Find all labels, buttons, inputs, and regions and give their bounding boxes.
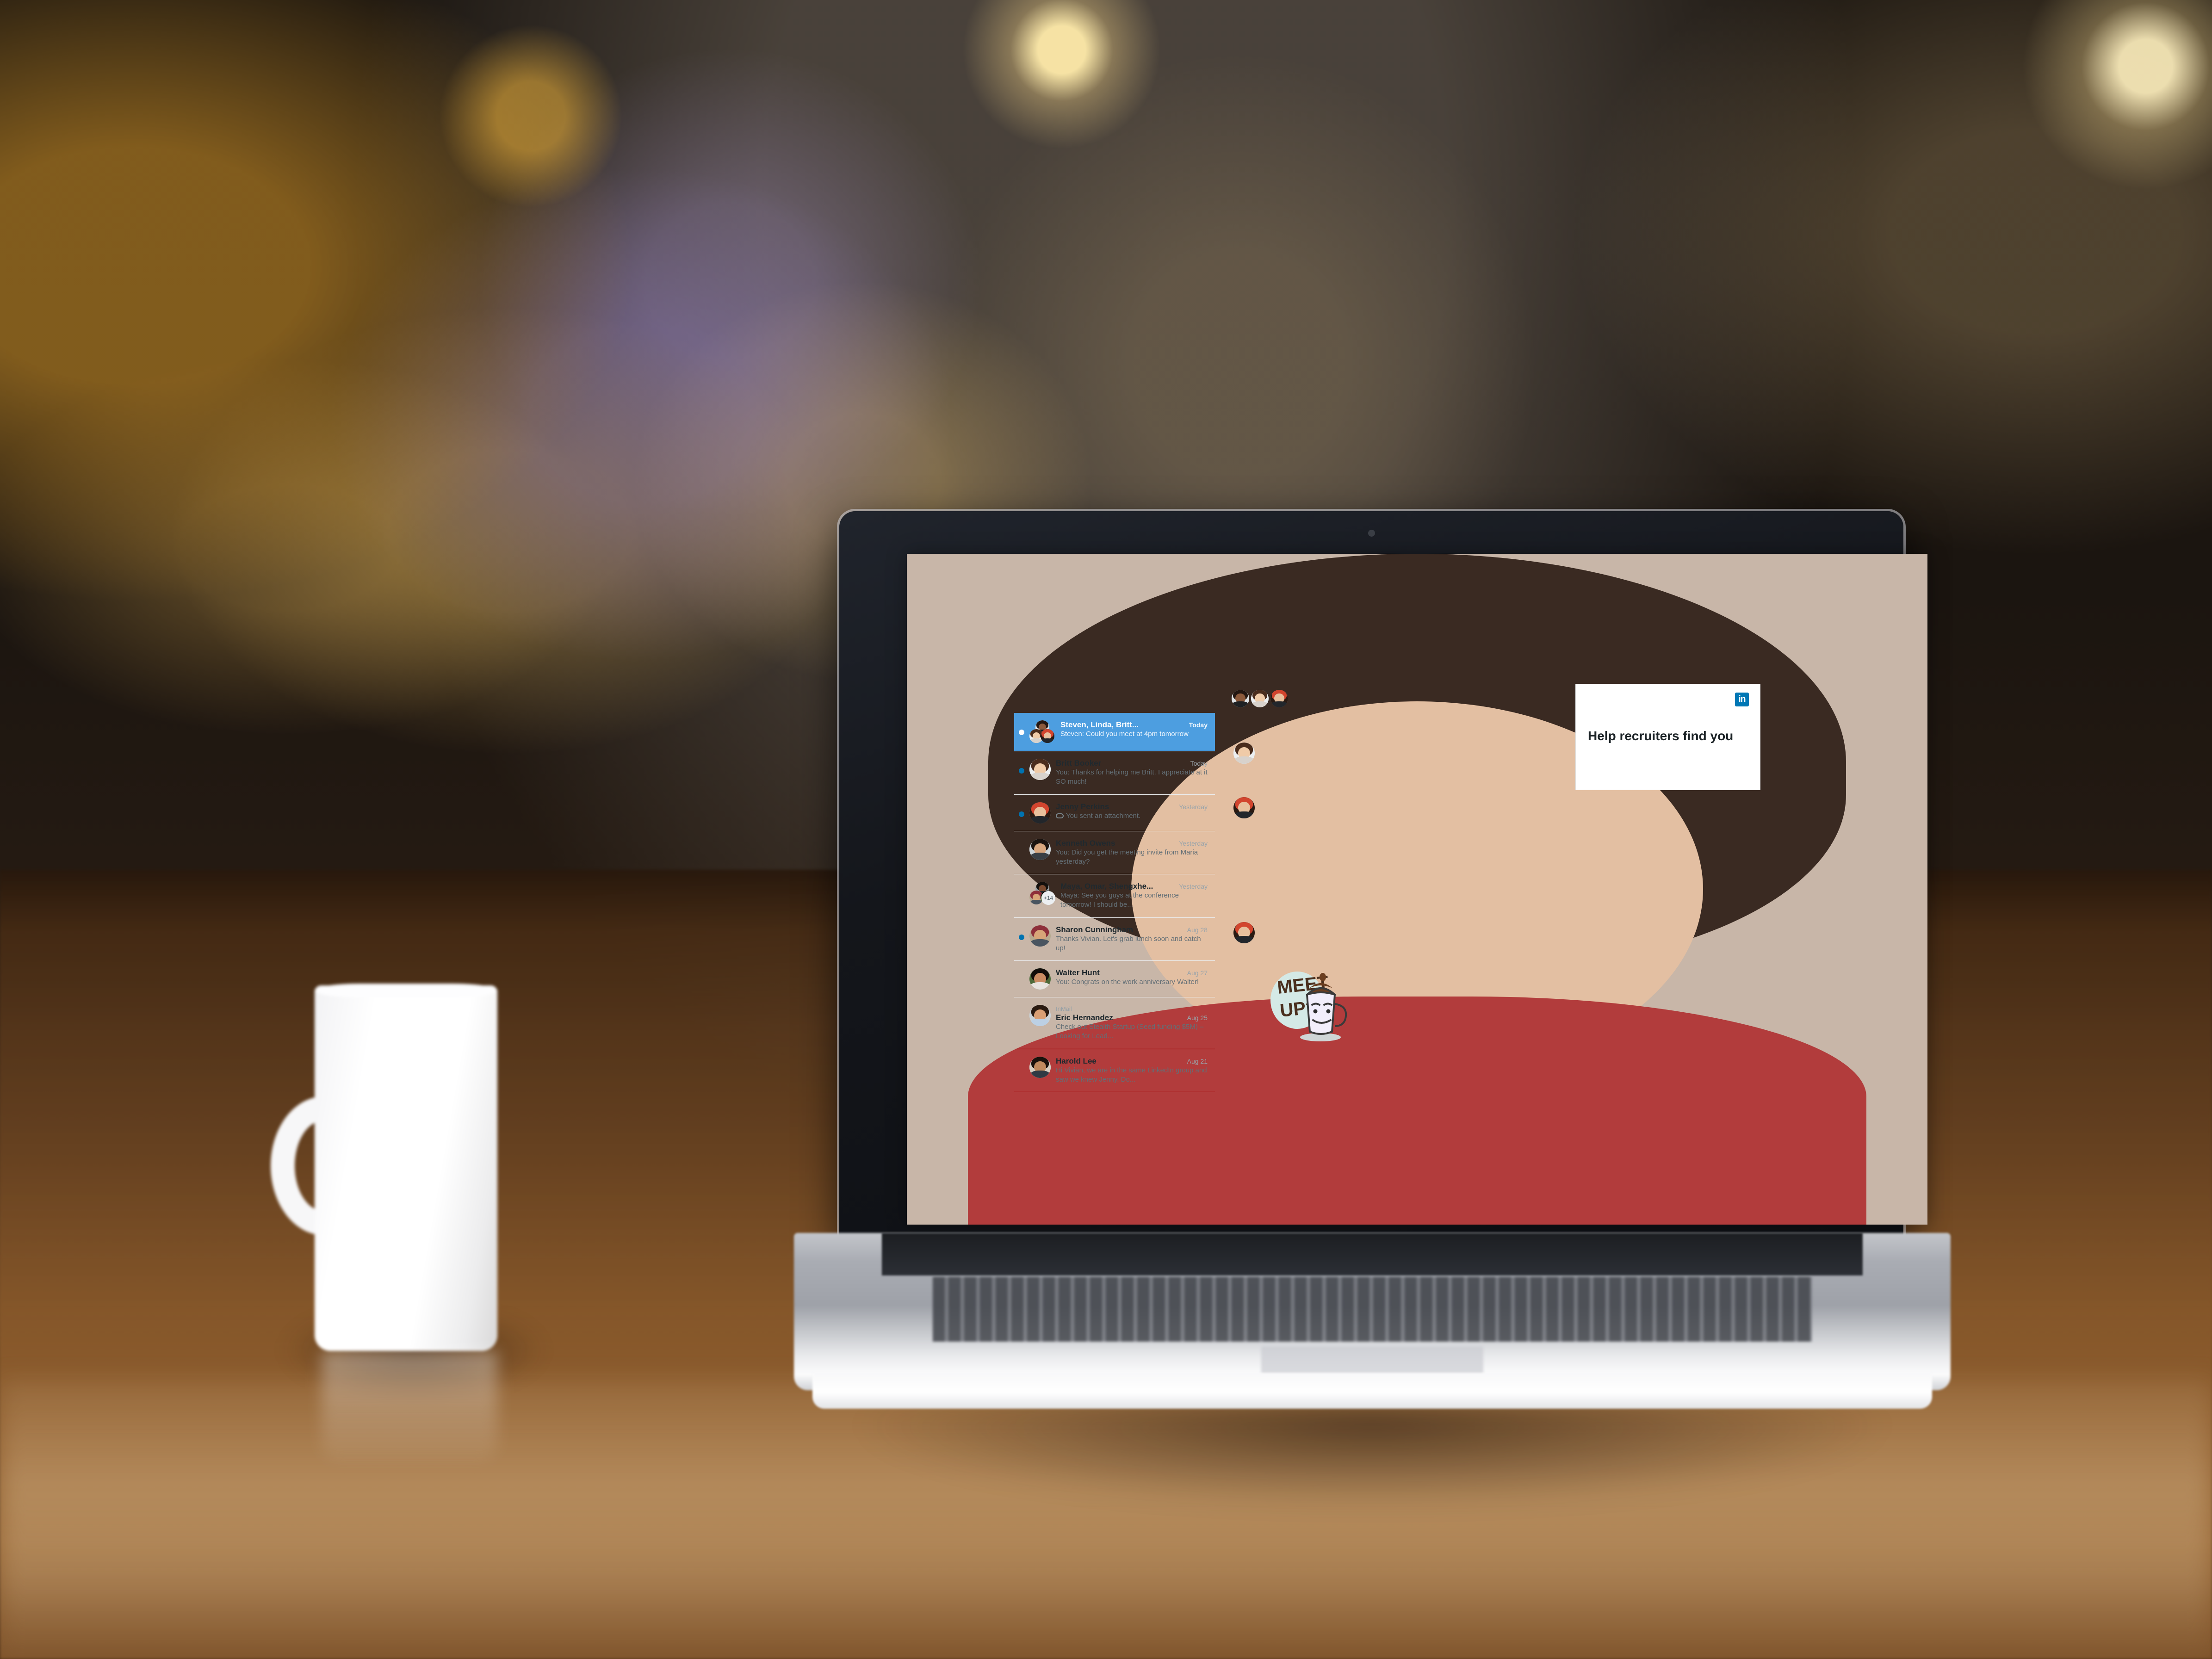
promo-card-title: Help recruiters find you [1588,729,1734,743]
conversation-name: Sharon Cunningham [1056,925,1134,934]
conversation-name: Kenneth Owens [1056,838,1115,848]
avatar[interactable] [1029,759,1051,780]
conversation-name: Walter Hunt [1056,968,1100,977]
avatar[interactable] [1029,925,1051,947]
conversation-snippet: You: Did you get the meeting invite from… [1056,848,1198,866]
browser-window: inWelcome! | LinkedIn×TCDisrupt SF 2015 … [907,554,1927,1225]
avatar[interactable] [1029,1056,1051,1078]
conversation-date: Today [1189,721,1208,729]
mug-body [315,985,497,1351]
laptop-shadow [849,1404,1895,1510]
conversation-list-item[interactable]: Kenneth Owens Yesterday You: Did you get t… [1014,831,1215,874]
webcam-icon [1368,530,1375,537]
avatar[interactable] [1233,922,1255,943]
unread-indicator [1019,811,1024,817]
conversation-name: Eric Hernandez [1056,1013,1113,1022]
conversation-name: Harold Lee [1056,1056,1097,1065]
avatar[interactable] [1029,968,1051,990]
laptop-hinge [882,1233,1863,1275]
conversation-snippet: You sent an attachment. [1056,812,1140,820]
conversation-list-item[interactable]: Britt Booker Today You: Thanks for helping… [1014,751,1215,795]
conversation-snippet: Check out Stealth Startup (Seed funding … [1056,1023,1204,1040]
avatar[interactable] [1251,689,1269,707]
conversation-date: Aug 21 [1187,1057,1208,1065]
conversation-snippet: Maya: See you guys at the conference tom… [1060,891,1179,909]
conversation-list-item[interactable]: InMail Eric Hernandez Aug 25 Check out Stea… [1014,997,1215,1049]
conversation-name: Steven, Linda, Britt... [1060,720,1139,729]
mug-rim [315,984,497,997]
avatar[interactable] [1270,689,1288,707]
group-avatar[interactable] [1029,720,1055,743]
coffee-mug [271,984,544,1462]
avatar[interactable] [1232,689,1249,707]
conversation-snippet: Steven: Could you meet at 4pm tomorrow [1060,730,1189,738]
avatar[interactable] [1233,743,1255,764]
conversation-date: Aug 27 [1187,969,1208,977]
conversation-date: Yesterday [1179,839,1208,847]
conversation-date: Today [1190,760,1208,767]
conversation-snippet: Hi Vivian, we are in the same LinkedIn g… [1056,1066,1207,1083]
group-avatar[interactable]: +14 [1029,882,1055,905]
avatar[interactable] [1029,802,1051,823]
avatar[interactable] [1029,838,1051,860]
linkedin-global-header: in ® ▾ Search for people, jobs, companie… [907,554,1927,1225]
conversation-snippet: You: Thanks for helping me Britt. I appr… [1056,768,1208,786]
conversation-list-item[interactable]: Harold Lee Aug 21 Hi Vivian, we are in the… [1014,1049,1215,1092]
linkedin-logo-text: in [1738,694,1746,704]
unread-indicator [1019,768,1024,774]
laptop-front-edge [812,1373,1932,1409]
avatar[interactable] [1233,797,1255,819]
conversation-name: Britt Booker [1056,759,1102,768]
unread-indicator [1019,934,1024,940]
conversation-list-item[interactable]: Steven, Linda, Britt... Today Steven: Coul… [1014,713,1215,751]
unread-indicator [1019,730,1024,735]
conversation-list-item[interactable]: +14 Maya, Omar, Shengxhe... Yesterday Maya:… [1014,874,1215,918]
attachment-icon [1056,813,1064,818]
header-icons: 2 [907,554,1927,1225]
conversation-name: Maya, Omar, Shengxhe... [1060,882,1153,891]
meetup-sticker: MEET UP? [1261,959,1361,1045]
macbook-pro: inWelcome! | LinkedIn×TCDisrupt SF 2015 … [794,511,1951,1510]
conversation-date: Aug 28 [1187,926,1208,934]
conversation-snippet: You: Congrats on the work anniversary Wa… [1056,978,1199,986]
linkedin-logo: in [1735,693,1749,706]
keyboard[interactable] [933,1277,1812,1342]
conversation-list-item[interactable]: Jenny Perkins Yesterday You sent an attach… [1014,795,1215,831]
conversation-list-item[interactable]: Walter Hunt Aug 27 You: Congrats on the wo… [1014,961,1215,997]
laptop-lid: inWelcome! | LinkedIn×TCDisrupt SF 2015 … [839,511,1927,1238]
conversation-name: Jenny Perkins [1056,802,1109,811]
group-extra-count: +14 [1041,891,1055,905]
linkedin-page: in ® ▾ Search for people, jobs, companie… [907,554,1927,1225]
mug-reflection [322,1351,497,1462]
avatar[interactable] [1029,1005,1051,1026]
inmail-label: InMail [1056,1005,1072,1012]
recruiter-promo-card: in Help recruiters find you [1575,684,1760,790]
avatar[interactable] [907,554,1927,1225]
conversation-date: Yesterday [1179,803,1208,811]
conversation-date: Aug 25 [1187,1014,1208,1021]
conversation-snippet: Thanks Vivian. Let's grab lunch soon and… [1056,935,1201,952]
conversation-list-item[interactable]: Sharon Cunningham Aug 28 Thanks Vivian. Le… [1014,918,1215,961]
avatar[interactable] [1041,729,1054,743]
conversation-date: Yesterday [1179,883,1208,890]
